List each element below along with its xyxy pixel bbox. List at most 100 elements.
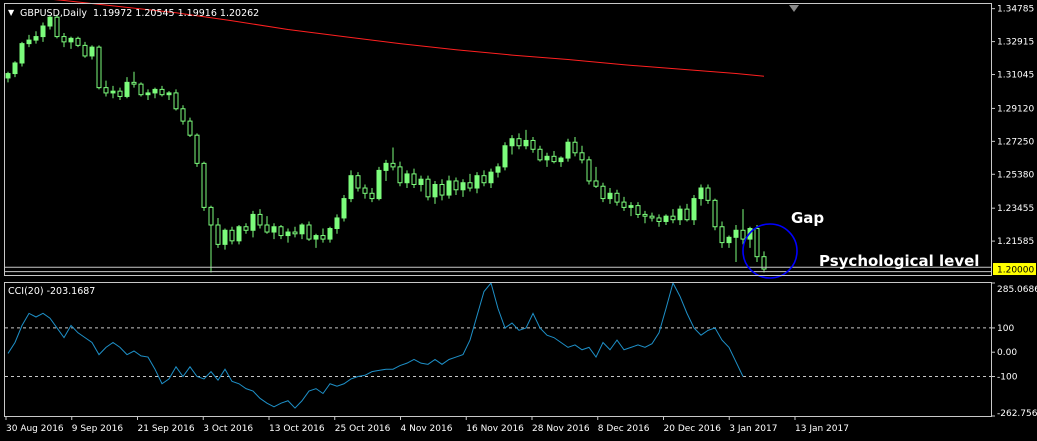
candle-body bbox=[705, 187, 711, 201]
candle-body bbox=[138, 83, 144, 96]
candle-body bbox=[467, 182, 473, 189]
x-tick-label: 20 Dec 2016 bbox=[664, 424, 722, 434]
candle-body bbox=[96, 46, 102, 89]
candle-body bbox=[663, 215, 669, 222]
candle-body bbox=[376, 169, 382, 200]
candle-body bbox=[691, 198, 697, 221]
candle-body bbox=[299, 224, 305, 235]
candle-body bbox=[257, 213, 263, 226]
candle-body bbox=[684, 208, 690, 221]
x-tick-label: 16 Nov 2016 bbox=[466, 424, 524, 434]
candle-body bbox=[488, 171, 494, 184]
candle-body bbox=[159, 88, 165, 96]
candle-body bbox=[369, 192, 375, 200]
candle-body bbox=[82, 44, 88, 57]
candle-body bbox=[75, 37, 81, 46]
candle-body bbox=[649, 215, 655, 219]
candle-body bbox=[397, 166, 403, 184]
candle bbox=[425, 175, 431, 201]
candle-body bbox=[579, 152, 585, 161]
candle bbox=[194, 133, 200, 167]
chart-background bbox=[0, 0, 1037, 441]
candle-body bbox=[208, 206, 214, 226]
candle-body bbox=[250, 213, 256, 231]
candle-body bbox=[460, 182, 466, 191]
candle-body bbox=[173, 92, 179, 110]
candle-body bbox=[285, 231, 291, 237]
x-tick-label: 9 Sep 2016 bbox=[72, 424, 124, 434]
cci-tick-label: 0.00 bbox=[997, 348, 1017, 358]
cci-tick-label: 285.0686 bbox=[997, 285, 1037, 295]
y-tick-label: 1.34785 bbox=[997, 5, 1034, 15]
candle bbox=[201, 161, 207, 211]
candle-body bbox=[635, 205, 641, 215]
candle-body bbox=[313, 235, 319, 240]
candle-body bbox=[215, 224, 221, 245]
candle-body bbox=[54, 16, 60, 38]
cci-tick-label: 100 bbox=[997, 324, 1014, 334]
candle-body bbox=[89, 46, 95, 57]
candle-body bbox=[495, 166, 501, 173]
candle-body bbox=[243, 226, 249, 231]
candle-body bbox=[334, 217, 340, 230]
y-tick-label: 1.29120 bbox=[997, 104, 1034, 114]
candle-body bbox=[530, 139, 536, 150]
candle-body bbox=[523, 139, 529, 147]
candle bbox=[75, 36, 81, 48]
candle-body bbox=[390, 162, 396, 168]
cci-tick-label: -100 bbox=[997, 372, 1018, 382]
candle-body bbox=[222, 229, 228, 245]
candle bbox=[96, 45, 102, 90]
candle bbox=[138, 82, 144, 97]
menu-arrow-icon[interactable]: ▼ bbox=[8, 8, 15, 17]
candle-body bbox=[726, 236, 732, 244]
gap-label: Gap bbox=[791, 209, 824, 227]
candle-body bbox=[355, 175, 361, 189]
candle bbox=[173, 89, 179, 111]
candle-body bbox=[383, 162, 389, 171]
candle-body bbox=[607, 192, 613, 200]
candle-body bbox=[621, 201, 627, 208]
x-tick-label: 13 Oct 2016 bbox=[269, 424, 325, 434]
candle-body bbox=[264, 224, 270, 233]
candle-body bbox=[642, 213, 648, 217]
cci-tick-label: -262.7568 bbox=[997, 409, 1037, 419]
candle-body bbox=[292, 231, 298, 235]
x-tick-label: 13 Jan 2017 bbox=[795, 424, 849, 434]
candle-body bbox=[271, 226, 277, 233]
symbol-header[interactable]: ▼ GBPUSD,Daily 1.19972 1.20545 1.19916 1… bbox=[8, 8, 259, 19]
candle-body bbox=[152, 88, 158, 94]
candle-body bbox=[516, 138, 522, 147]
y-tick-label: 1.31045 bbox=[997, 71, 1034, 81]
candle-body bbox=[558, 157, 564, 163]
candle-body bbox=[278, 226, 284, 237]
candle-body bbox=[362, 187, 368, 194]
candle-body bbox=[40, 25, 46, 38]
candle-body bbox=[418, 178, 424, 185]
candle-body bbox=[481, 175, 487, 184]
candle-body bbox=[341, 198, 347, 219]
candle bbox=[376, 166, 382, 201]
candle-body bbox=[565, 141, 571, 159]
candle-body bbox=[432, 183, 438, 198]
candle-body bbox=[544, 155, 550, 161]
candle-body bbox=[698, 187, 704, 200]
candle bbox=[565, 138, 571, 162]
candle-body bbox=[537, 148, 543, 161]
candle-body bbox=[404, 173, 410, 184]
candle-body bbox=[593, 180, 599, 187]
candle-body bbox=[656, 217, 662, 222]
candle-body bbox=[26, 39, 32, 45]
candle-body bbox=[551, 155, 557, 163]
candle-body bbox=[187, 120, 193, 136]
candle bbox=[586, 156, 592, 185]
candle-body bbox=[509, 138, 515, 147]
candle-body bbox=[124, 81, 130, 97]
candle-body bbox=[117, 90, 123, 97]
x-tick-label: 3 Jan 2017 bbox=[729, 424, 777, 434]
candle-body bbox=[446, 180, 452, 196]
candle bbox=[502, 142, 508, 171]
candle-body bbox=[754, 228, 760, 258]
candle-body bbox=[33, 36, 39, 41]
candle-body bbox=[145, 92, 151, 96]
